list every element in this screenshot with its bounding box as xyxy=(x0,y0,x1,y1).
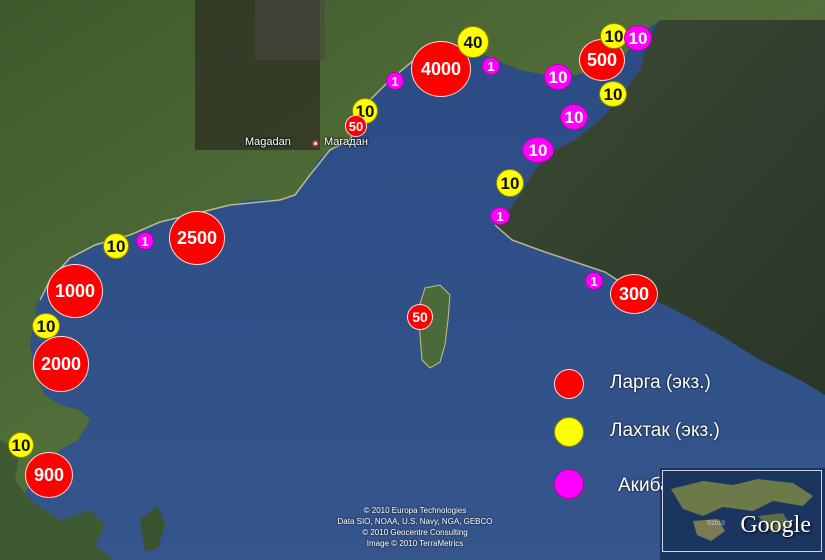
attribution-line: Data SIO, NOAA, U.S. Navy, NGA, GEBCO xyxy=(337,517,493,526)
city-marker[interactable] xyxy=(312,140,319,147)
marker-lakhtak[interactable]: 10 xyxy=(32,313,60,339)
marker-lakhtak[interactable]: 40 xyxy=(457,26,489,58)
marker-akiba[interactable]: 1 xyxy=(386,72,404,90)
marker-larga[interactable]: 50 xyxy=(407,304,433,330)
marker-akiba[interactable]: 10 xyxy=(560,104,588,130)
marker-akiba[interactable]: 1 xyxy=(585,272,603,290)
legend-swatch-lakhtak xyxy=(554,417,584,447)
marker-lakhtak[interactable]: 10 xyxy=(496,169,524,197)
attribution-line: © 2010 Geocentre Consulting xyxy=(362,528,468,537)
marker-larga[interactable]: 2000 xyxy=(33,336,89,392)
attribution: © 2010 Europa Technologies Data SIO, NOA… xyxy=(270,505,560,549)
overview-inset-map[interactable]: ©2010 Google xyxy=(662,470,822,552)
attribution-line: © 2010 Europa Technologies xyxy=(363,506,467,515)
imagery-tile-light xyxy=(255,0,325,60)
marker-larga[interactable]: 50 xyxy=(345,115,367,137)
marker-akiba[interactable]: 1 xyxy=(482,57,500,75)
inset-copyright: ©2010 xyxy=(707,521,725,527)
city-label-cyrillic: Магадан xyxy=(324,136,368,148)
legend-item-larga xyxy=(554,369,584,399)
marker-akiba[interactable]: 10 xyxy=(624,25,652,51)
marker-akiba[interactable]: 10 xyxy=(522,137,554,163)
attribution-line: Image © 2010 TerraMetrics xyxy=(366,539,464,548)
marker-akiba[interactable]: 1 xyxy=(136,232,154,250)
legend-item-akiba xyxy=(554,469,584,499)
marker-lakhtak[interactable]: 10 xyxy=(599,81,627,107)
google-logo: Google xyxy=(740,512,811,538)
marker-larga[interactable]: 2500 xyxy=(169,211,225,265)
marker-lakhtak[interactable]: 10 xyxy=(8,432,34,458)
marker-lakhtak[interactable]: 10 xyxy=(103,233,129,259)
marker-larga[interactable]: 300 xyxy=(610,274,658,314)
city-label-latin: Magadan xyxy=(245,136,291,148)
marker-larga[interactable]: 900 xyxy=(25,452,73,498)
marker-akiba[interactable]: 1 xyxy=(490,207,510,225)
legend-label-lakhtak: Лахтак (экз.) xyxy=(610,420,720,441)
legend-item-lakhtak xyxy=(554,417,584,447)
legend-swatch-larga xyxy=(554,369,584,399)
map-view[interactable]: Magadan Магадан 4000 40 1 1 10 50 500 10… xyxy=(0,0,825,560)
legend-swatch-akiba xyxy=(554,469,584,499)
marker-larga[interactable]: 1000 xyxy=(47,264,103,318)
marker-akiba[interactable]: 10 xyxy=(544,64,572,90)
legend-label-larga: Ларга (экз.) xyxy=(610,372,711,393)
